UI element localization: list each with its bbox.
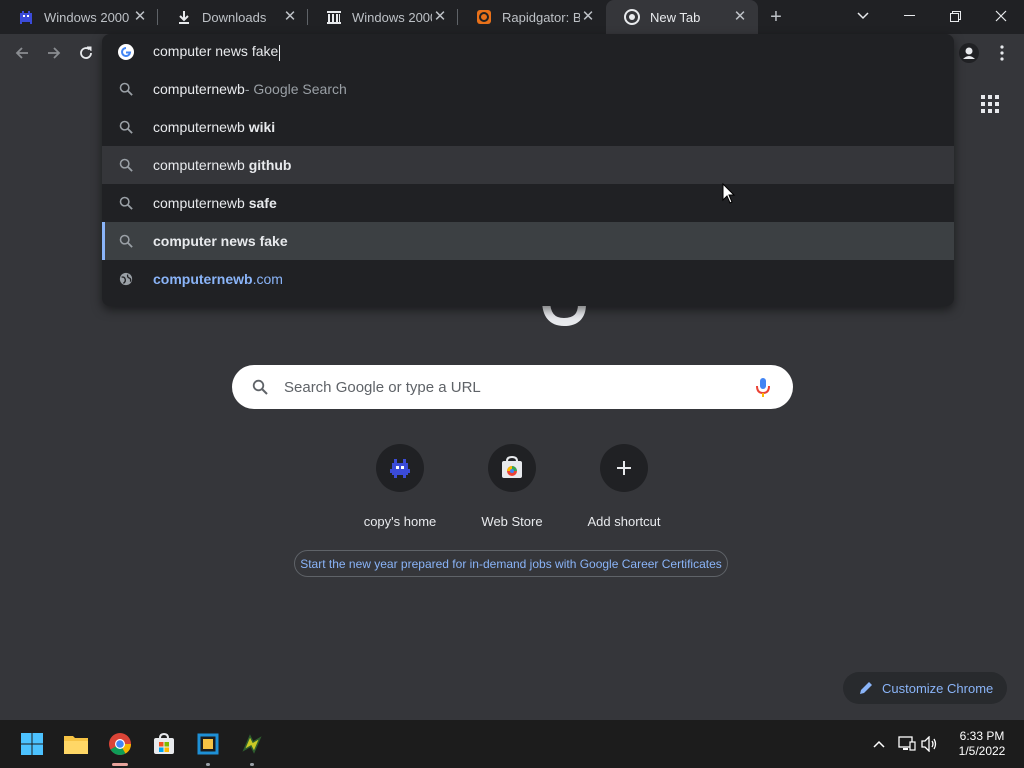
omnibox-input[interactable]: computer news fake <box>102 34 954 70</box>
globe-icon <box>118 271 134 287</box>
customize-chrome-button[interactable]: Customize Chrome <box>843 672 1007 704</box>
tab-title: Windows 2000 - <box>44 9 132 25</box>
network-icon[interactable] <box>897 734 917 754</box>
chrome-icon[interactable] <box>104 728 136 766</box>
microsoft-store-icon[interactable] <box>148 728 180 760</box>
tab-windows-2000-archive[interactable]: Windows 2000 - ✕ <box>308 0 458 34</box>
close-icon[interactable]: ✕ <box>432 9 448 25</box>
microphone-icon[interactable] <box>753 375 773 399</box>
minimize-icon[interactable] <box>886 0 932 32</box>
suggestion-row[interactable]: computernewb - Google Search <box>102 70 954 108</box>
search-icon <box>250 377 270 397</box>
pixel-invader-icon <box>376 444 424 492</box>
chrome-icon <box>624 9 640 25</box>
search-icon <box>118 81 134 97</box>
search-icon <box>118 119 134 135</box>
shortcut-label: copy's home <box>363 514 437 529</box>
suggestion-row[interactable]: computernewb wiki <box>102 108 954 146</box>
plus-icon <box>600 444 648 492</box>
running-app-indicator <box>206 763 210 766</box>
pencil-icon <box>858 680 874 696</box>
forward-icon[interactable] <box>43 42 65 64</box>
tab-downloads[interactable]: Downloads ✕ <box>158 0 308 34</box>
promo-link[interactable]: Start the new year prepared for in-deman… <box>294 550 728 577</box>
shortcut-copys-home[interactable]: copy's home <box>344 444 456 534</box>
running-app-indicator <box>250 763 254 766</box>
omnibox-text: computer news fake <box>153 43 281 61</box>
search-icon <box>118 157 134 173</box>
shortcut-web-store[interactable]: Web Store <box>456 444 568 534</box>
archive-building-icon <box>326 9 342 25</box>
close-window-icon[interactable] <box>978 0 1024 32</box>
search-icon <box>118 233 134 249</box>
taskbar-clock[interactable]: 6:33 PM 1/5/2022 <box>948 729 1016 759</box>
file-explorer-icon[interactable] <box>60 728 92 760</box>
tab-title: Downloads <box>202 9 267 25</box>
back-icon[interactable] <box>11 42 33 64</box>
profile-icon[interactable] <box>958 42 980 64</box>
close-icon[interactable]: ✕ <box>132 9 148 25</box>
omnibox-dropdown: computer news fake computernewb - Google… <box>102 34 954 306</box>
suggestion-row-url[interactable]: computernewb.com <box>102 260 954 298</box>
restore-icon[interactable] <box>932 0 978 32</box>
google-apps-grid-icon[interactable] <box>978 92 1002 116</box>
app-lightning-icon[interactable] <box>236 728 268 766</box>
tab-new-tab[interactable]: New Tab ✕ <box>606 0 758 34</box>
chevron-up-icon[interactable] <box>869 734 889 754</box>
google-g-icon <box>118 44 134 60</box>
suggestion-row[interactable]: computernewb github <box>102 146 954 184</box>
taskbar <box>0 720 1024 768</box>
tab-windows-2000-invader[interactable]: Windows 2000 - ✕ <box>0 0 158 34</box>
tab-strip: Windows 2000 - ✕ Downloads ✕ Windows 200… <box>0 0 1024 34</box>
tab-search-chevron-icon[interactable] <box>840 0 886 32</box>
download-icon <box>176 9 192 25</box>
ntp-search-box[interactable]: Search Google or type a URL <box>232 365 793 409</box>
shortcut-label: Add shortcut <box>587 514 661 529</box>
reload-icon[interactable] <box>75 42 97 64</box>
web-store-icon <box>488 444 536 492</box>
windows-start-icon[interactable] <box>16 728 48 760</box>
suggestion-row-selected[interactable]: computer news fake <box>102 222 954 260</box>
virtualbox-icon[interactable] <box>192 728 224 766</box>
tab-title: New Tab <box>650 9 701 25</box>
search-placeholder: Search Google or type a URL <box>284 378 481 396</box>
close-icon[interactable]: ✕ <box>282 9 298 25</box>
tab-title: Windows 2000 - <box>352 9 432 25</box>
suggestion-row[interactable]: computernewb safe <box>102 184 954 222</box>
active-app-indicator <box>112 763 128 766</box>
clock-time: 6:33 PM <box>959 729 1005 743</box>
mouse-cursor-icon <box>722 182 736 205</box>
close-icon[interactable]: ✕ <box>580 9 596 25</box>
volume-icon[interactable] <box>920 734 940 754</box>
clock-date: 1/5/2022 <box>958 744 1006 758</box>
close-icon[interactable]: ✕ <box>732 9 748 25</box>
menu-kebab-icon[interactable] <box>991 42 1013 64</box>
tab-rapidgator[interactable]: Rapidgator: Buy ✕ <box>458 0 606 34</box>
shortcut-label: Web Store <box>481 514 543 529</box>
rapidgator-icon <box>476 9 492 25</box>
new-tab-plus-icon[interactable]: + <box>766 7 786 27</box>
shortcut-add[interactable]: Add shortcut <box>568 444 680 534</box>
pixel-invader-icon <box>18 9 34 25</box>
tab-title: Rapidgator: Buy <box>502 9 580 25</box>
search-icon <box>118 195 134 211</box>
customize-label: Customize Chrome <box>882 680 994 696</box>
